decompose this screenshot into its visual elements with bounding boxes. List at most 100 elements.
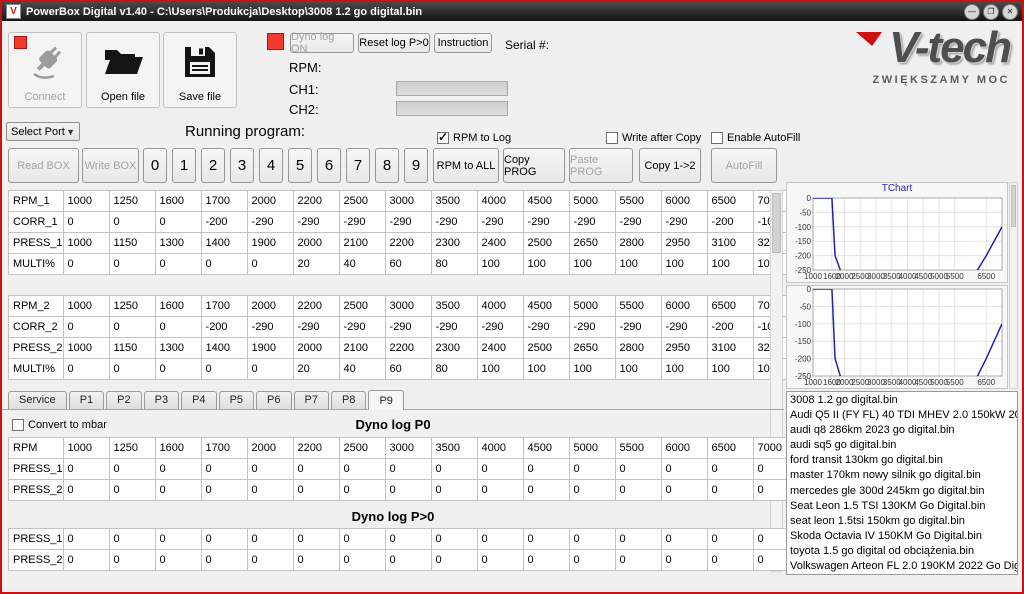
- table-cell[interactable]: 0: [247, 459, 293, 480]
- table-cell[interactable]: 3000: [385, 191, 431, 212]
- table-cell[interactable]: 2800: [615, 338, 661, 359]
- table-cell[interactable]: 0: [385, 550, 431, 571]
- table-cell[interactable]: 0: [707, 459, 753, 480]
- table-cell[interactable]: 0: [63, 459, 109, 480]
- tab-p3[interactable]: P3: [144, 391, 179, 409]
- table-cell[interactable]: 6500: [707, 438, 753, 459]
- table-cell[interactable]: 0: [523, 550, 569, 571]
- table-cell[interactable]: -290: [615, 317, 661, 338]
- instruction-button[interactable]: Instruction: [434, 33, 492, 53]
- tab-p5[interactable]: P5: [219, 391, 254, 409]
- write-after-copy-checkbox[interactable]: Write after Copy: [606, 132, 701, 144]
- table-cell[interactable]: 0: [523, 480, 569, 501]
- table-cell[interactable]: 2500: [339, 438, 385, 459]
- save-file-button[interactable]: Save file: [163, 32, 237, 108]
- digit-6-button[interactable]: 6: [317, 148, 341, 183]
- table-cell[interactable]: 6000: [661, 191, 707, 212]
- table-cell[interactable]: 1300: [155, 338, 201, 359]
- table-cell[interactable]: 1700: [201, 438, 247, 459]
- table-cell[interactable]: 0: [109, 529, 155, 550]
- table-cell[interactable]: 5000: [569, 191, 615, 212]
- table-cell[interactable]: 1250: [109, 191, 155, 212]
- file-item[interactable]: seat leon 1.5tsi 150km go digital.bin: [790, 514, 1017, 529]
- table-cell[interactable]: -290: [569, 212, 615, 233]
- table-cell[interactable]: 2400: [477, 338, 523, 359]
- table-cell[interactable]: 3500: [431, 296, 477, 317]
- file-item[interactable]: audi sq5 go digital.bin: [790, 438, 1017, 453]
- table-cell[interactable]: 2000: [247, 191, 293, 212]
- table-cell[interactable]: 0: [201, 550, 247, 571]
- table-cell[interactable]: 0: [339, 529, 385, 550]
- rpm-to-log-checkbox[interactable]: RPM to Log: [437, 132, 511, 144]
- table-cell[interactable]: 80: [431, 254, 477, 275]
- table-cell[interactable]: 0: [615, 550, 661, 571]
- table-cell[interactable]: 0: [569, 550, 615, 571]
- digit-3-button[interactable]: 3: [230, 148, 254, 183]
- table-cell[interactable]: 4500: [523, 438, 569, 459]
- tab-p7[interactable]: P7: [294, 391, 329, 409]
- table-cell[interactable]: -200: [201, 317, 247, 338]
- table-cell[interactable]: 0: [155, 550, 201, 571]
- table-cell[interactable]: 4000: [477, 438, 523, 459]
- table-cell[interactable]: 0: [431, 480, 477, 501]
- table-cell[interactable]: 0: [109, 480, 155, 501]
- table-cell[interactable]: -290: [569, 317, 615, 338]
- table-cell[interactable]: 0: [201, 254, 247, 275]
- table-cell[interactable]: 1000: [63, 296, 109, 317]
- table-cell[interactable]: 0: [477, 550, 523, 571]
- table-cell[interactable]: 100: [477, 254, 523, 275]
- table-cell[interactable]: -200: [707, 317, 753, 338]
- table-cell[interactable]: 0: [293, 550, 339, 571]
- table-cell[interactable]: 100: [707, 359, 753, 380]
- table-cell[interactable]: 40: [339, 254, 385, 275]
- table-cell[interactable]: 1150: [109, 233, 155, 254]
- table-cell[interactable]: -290: [477, 317, 523, 338]
- table-cell[interactable]: 0: [661, 550, 707, 571]
- table-cell[interactable]: -200: [201, 212, 247, 233]
- tab-p6[interactable]: P6: [256, 391, 291, 409]
- table-cell[interactable]: 2650: [569, 338, 615, 359]
- digit-8-button[interactable]: 8: [375, 148, 399, 183]
- table-cell[interactable]: 0: [615, 529, 661, 550]
- table-cell[interactable]: 6500: [707, 296, 753, 317]
- table-cell[interactable]: 2200: [293, 191, 339, 212]
- file-item[interactable]: mercedes gle 300d 245km go digital.bin: [790, 484, 1017, 499]
- table-cell[interactable]: -290: [339, 317, 385, 338]
- scrollbar-thumb[interactable]: [1011, 185, 1016, 227]
- table-cell[interactable]: 0: [569, 459, 615, 480]
- close-button[interactable]: ✕: [1002, 4, 1018, 20]
- table-cell[interactable]: 0: [63, 359, 109, 380]
- table-cell[interactable]: 0: [523, 529, 569, 550]
- table-cell[interactable]: 2950: [661, 338, 707, 359]
- table-cell[interactable]: -290: [385, 317, 431, 338]
- copy-1-to-2-button[interactable]: Copy 1->2: [639, 148, 701, 183]
- table-cell[interactable]: 0: [155, 212, 201, 233]
- table-cell[interactable]: 1400: [201, 338, 247, 359]
- table-cell[interactable]: 2650: [569, 233, 615, 254]
- table-cell[interactable]: 2000: [293, 338, 339, 359]
- table-cell[interactable]: 2200: [293, 296, 339, 317]
- table-cell[interactable]: 5500: [615, 296, 661, 317]
- table-cell[interactable]: -290: [293, 212, 339, 233]
- table-cell[interactable]: 1600: [155, 438, 201, 459]
- table-cell[interactable]: 1150: [109, 338, 155, 359]
- open-file-button[interactable]: Open file: [86, 32, 160, 108]
- table-cell[interactable]: 5500: [615, 191, 661, 212]
- table-cell[interactable]: 2300: [431, 338, 477, 359]
- table-cell[interactable]: 3000: [385, 438, 431, 459]
- table-cell[interactable]: 0: [431, 550, 477, 571]
- table-cell[interactable]: 5500: [615, 438, 661, 459]
- file-item[interactable]: master 170km nowy silnik go digital.bin: [790, 468, 1017, 483]
- digit-1-button[interactable]: 1: [172, 148, 196, 183]
- digit-2-button[interactable]: 2: [201, 148, 225, 183]
- table-cell[interactable]: 0: [63, 550, 109, 571]
- table-cell[interactable]: 2800: [615, 233, 661, 254]
- table-cell[interactable]: 100: [661, 359, 707, 380]
- table-cell[interactable]: 60: [385, 254, 431, 275]
- table-cell[interactable]: 2950: [661, 233, 707, 254]
- table-cell[interactable]: 2200: [293, 438, 339, 459]
- table-cell[interactable]: -290: [247, 317, 293, 338]
- table-cell[interactable]: 3100: [707, 233, 753, 254]
- table-cell[interactable]: 2500: [523, 233, 569, 254]
- table-cell[interactable]: 6000: [661, 296, 707, 317]
